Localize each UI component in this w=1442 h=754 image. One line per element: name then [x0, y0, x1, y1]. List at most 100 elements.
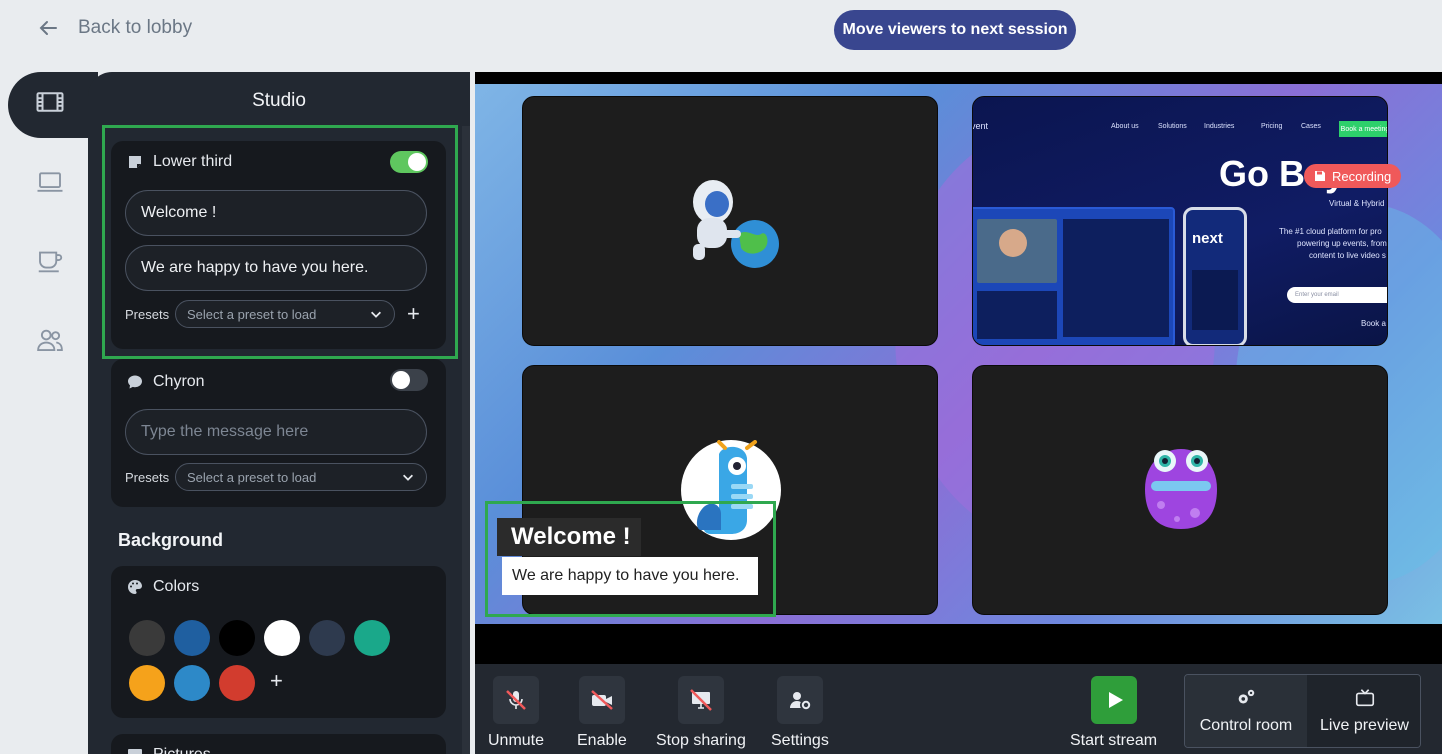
film-icon — [36, 92, 64, 112]
mock-agenda — [1063, 219, 1169, 337]
lower-third-header: Lower third — [127, 153, 232, 171]
avatar — [681, 440, 781, 540]
rail-screen-tab[interactable] — [30, 162, 70, 202]
stop-sharing-button[interactable]: Stop sharing — [656, 676, 746, 750]
color-swatch[interactable] — [219, 665, 255, 701]
chyron-label: Chyron — [153, 373, 205, 390]
stop-sharing-label: Stop sharing — [656, 732, 746, 749]
lower-third-subtitle-input[interactable] — [125, 245, 427, 291]
purple-monster-avatar-icon — [1145, 449, 1217, 529]
background-section-title: Background — [118, 530, 224, 550]
palette-icon — [128, 580, 142, 594]
camera-off-icon-box — [578, 676, 625, 724]
toggle-knob — [392, 371, 410, 389]
arrow-left-icon — [39, 21, 57, 35]
preset-select-value: Select a preset to load — [187, 469, 317, 485]
laptop-icon — [37, 172, 63, 192]
lower-third-label: Lower third — [153, 153, 233, 170]
color-swatch[interactable] — [264, 620, 300, 656]
lower-third-title: Welcome ! — [497, 518, 641, 556]
rail-break-tab[interactable] — [30, 240, 70, 280]
mic-muted-icon-box — [493, 676, 540, 724]
back-to-lobby-label: Back to lobby — [78, 17, 193, 38]
color-swatch[interactable] — [219, 620, 255, 656]
enable-camera-button[interactable]: Enable — [577, 676, 627, 750]
lower-third-presets-label: Presets — [125, 307, 170, 322]
color-swatch[interactable] — [129, 665, 165, 701]
coffee-icon — [38, 251, 63, 273]
add-color-button[interactable]: + — [270, 668, 283, 694]
unmute-label: Unmute — [488, 732, 545, 749]
lower-third-card: Lower third Presets Select a preset to l… — [111, 141, 446, 349]
site-email-field: Enter your email — [1287, 287, 1387, 303]
pictures-card: Pictures — [111, 734, 446, 754]
rail-people-tab[interactable] — [30, 320, 70, 360]
gears-icon — [1238, 689, 1255, 704]
chevron-down-icon — [403, 474, 413, 481]
color-swatch[interactable] — [309, 620, 345, 656]
unmute-button[interactable]: Unmute — [488, 676, 544, 750]
lower-third-preset-select[interactable]: Select a preset to load — [175, 300, 395, 328]
note-icon — [129, 156, 141, 168]
preset-select-value: Select a preset to load — [187, 306, 317, 322]
settings-button[interactable]: Settings — [771, 676, 829, 750]
start-stream-button[interactable]: Start stream — [1070, 676, 1157, 750]
phone-brand: next — [1192, 230, 1223, 247]
view-mode-toggle: Control room Live preview — [1184, 674, 1421, 748]
blue-monster-avatar-icon — [696, 440, 757, 534]
site-nav-item: Industries — [1204, 123, 1235, 130]
site-nav-item: About us — [1111, 123, 1139, 130]
record-save-icon — [1315, 171, 1325, 181]
site-nav-item: Cases — [1301, 123, 1321, 130]
site-body-text: powering up events, from — [1297, 239, 1387, 248]
play-icon-box — [1090, 676, 1137, 724]
settings-label: Settings — [771, 732, 829, 749]
participant-tile[interactable] — [522, 96, 938, 346]
site-brand: vent — [972, 121, 989, 131]
camera-off-icon — [591, 690, 613, 710]
bottom-controls: Unmute Enable Stop sharing Settings Star… — [475, 664, 1442, 754]
site-body-text: content to live video s — [1309, 251, 1386, 260]
rail-studio-tab[interactable] — [30, 82, 70, 122]
colors-label: Colors — [153, 578, 200, 595]
settings-icon-box — [776, 676, 823, 724]
astronaut-avatar-icon — [693, 180, 779, 268]
lower-third-toggle[interactable] — [390, 151, 428, 173]
panel-scrollbar[interactable] — [462, 126, 470, 754]
recording-badge: Recording — [1304, 164, 1402, 188]
color-swatch[interactable] — [129, 620, 165, 656]
color-swatch[interactable] — [354, 620, 390, 656]
recording-label: Recording — [1332, 168, 1392, 184]
users-icon — [37, 329, 63, 351]
site-mockup-phone: next — [1183, 207, 1247, 345]
chyron-preset-select[interactable]: Select a preset to load — [175, 463, 427, 491]
chyron-toggle[interactable] — [390, 369, 428, 391]
toggle-knob — [408, 153, 426, 171]
chyron-card: Chyron Presets Select a preset to load — [111, 359, 446, 507]
colors-header: Colors — [127, 578, 199, 596]
back-to-lobby-link[interactable]: Back to lobby — [36, 16, 192, 40]
site-nav-item: Pricing — [1261, 123, 1283, 130]
panel-title: Studio — [252, 90, 306, 111]
site-mockup-laptop — [973, 207, 1175, 345]
color-swatch[interactable] — [174, 665, 210, 701]
lower-third-title-input[interactable] — [125, 190, 427, 236]
shared-website: vent About us Solutions Industries Prici… — [973, 97, 1387, 345]
color-swatch[interactable] — [174, 620, 210, 656]
mic-off-icon — [506, 690, 526, 710]
live-preview-tab[interactable]: Live preview — [1307, 675, 1420, 747]
chevron-down-icon — [371, 311, 381, 318]
image-icon — [128, 749, 142, 754]
move-viewers-button[interactable]: Move viewers to next session — [834, 10, 1076, 50]
speech-bubble-icon — [128, 375, 142, 389]
screen-share-tile[interactable]: vent About us Solutions Industries Prici… — [972, 96, 1388, 346]
screen-share-off-icon — [690, 689, 712, 711]
studio-panel: Studio Lower third Presets Select a pres… — [88, 72, 470, 754]
participant-tile[interactable] — [972, 365, 1388, 615]
tv-icon — [1355, 689, 1374, 707]
control-room-tab[interactable]: Control room — [1185, 675, 1307, 747]
control-room-label: Control room — [1199, 717, 1293, 734]
add-preset-button[interactable]: + — [407, 301, 420, 327]
chyron-message-input[interactable] — [125, 409, 427, 455]
pictures-header: Pictures — [127, 746, 211, 754]
